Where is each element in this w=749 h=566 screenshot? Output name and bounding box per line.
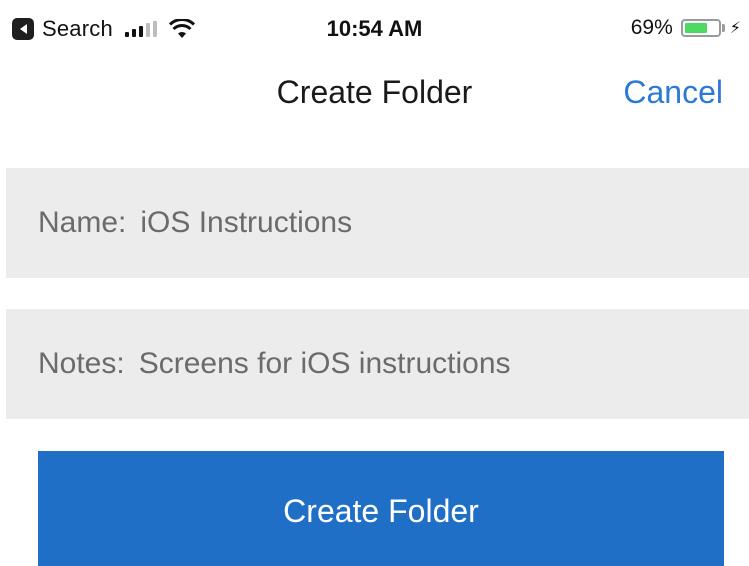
cancel-button[interactable]: Cancel: [623, 74, 723, 111]
battery-nub: [721, 24, 725, 32]
create-folder-button[interactable]: Create Folder: [38, 451, 724, 566]
notes-field[interactable]: Notes: Screens for iOS instructions: [6, 309, 749, 419]
notes-field-label: Notes:: [38, 347, 125, 380]
lightning-bolt-icon: ⚡: [729, 20, 741, 37]
status-bar-right: 69% ⚡: [631, 16, 741, 40]
battery-level-fill: [684, 23, 707, 33]
status-bar: Search 10:54 AM 69% ⚡: [0, 0, 749, 58]
battery-percent: 69%: [630, 16, 673, 39]
battery-icon: [680, 19, 721, 37]
nav-bar: Create Folder Cancel: [0, 58, 749, 128]
notes-field-value[interactable]: Screens for iOS instructions: [139, 347, 511, 381]
name-field-value[interactable]: iOS Instructions: [140, 206, 352, 240]
name-field-label: Name:: [38, 206, 127, 239]
create-folder-screen: Search 10:54 AM 69% ⚡ Create Folder Canc…: [0, 0, 749, 566]
name-field[interactable]: Name: iOS Instructions: [6, 168, 749, 278]
